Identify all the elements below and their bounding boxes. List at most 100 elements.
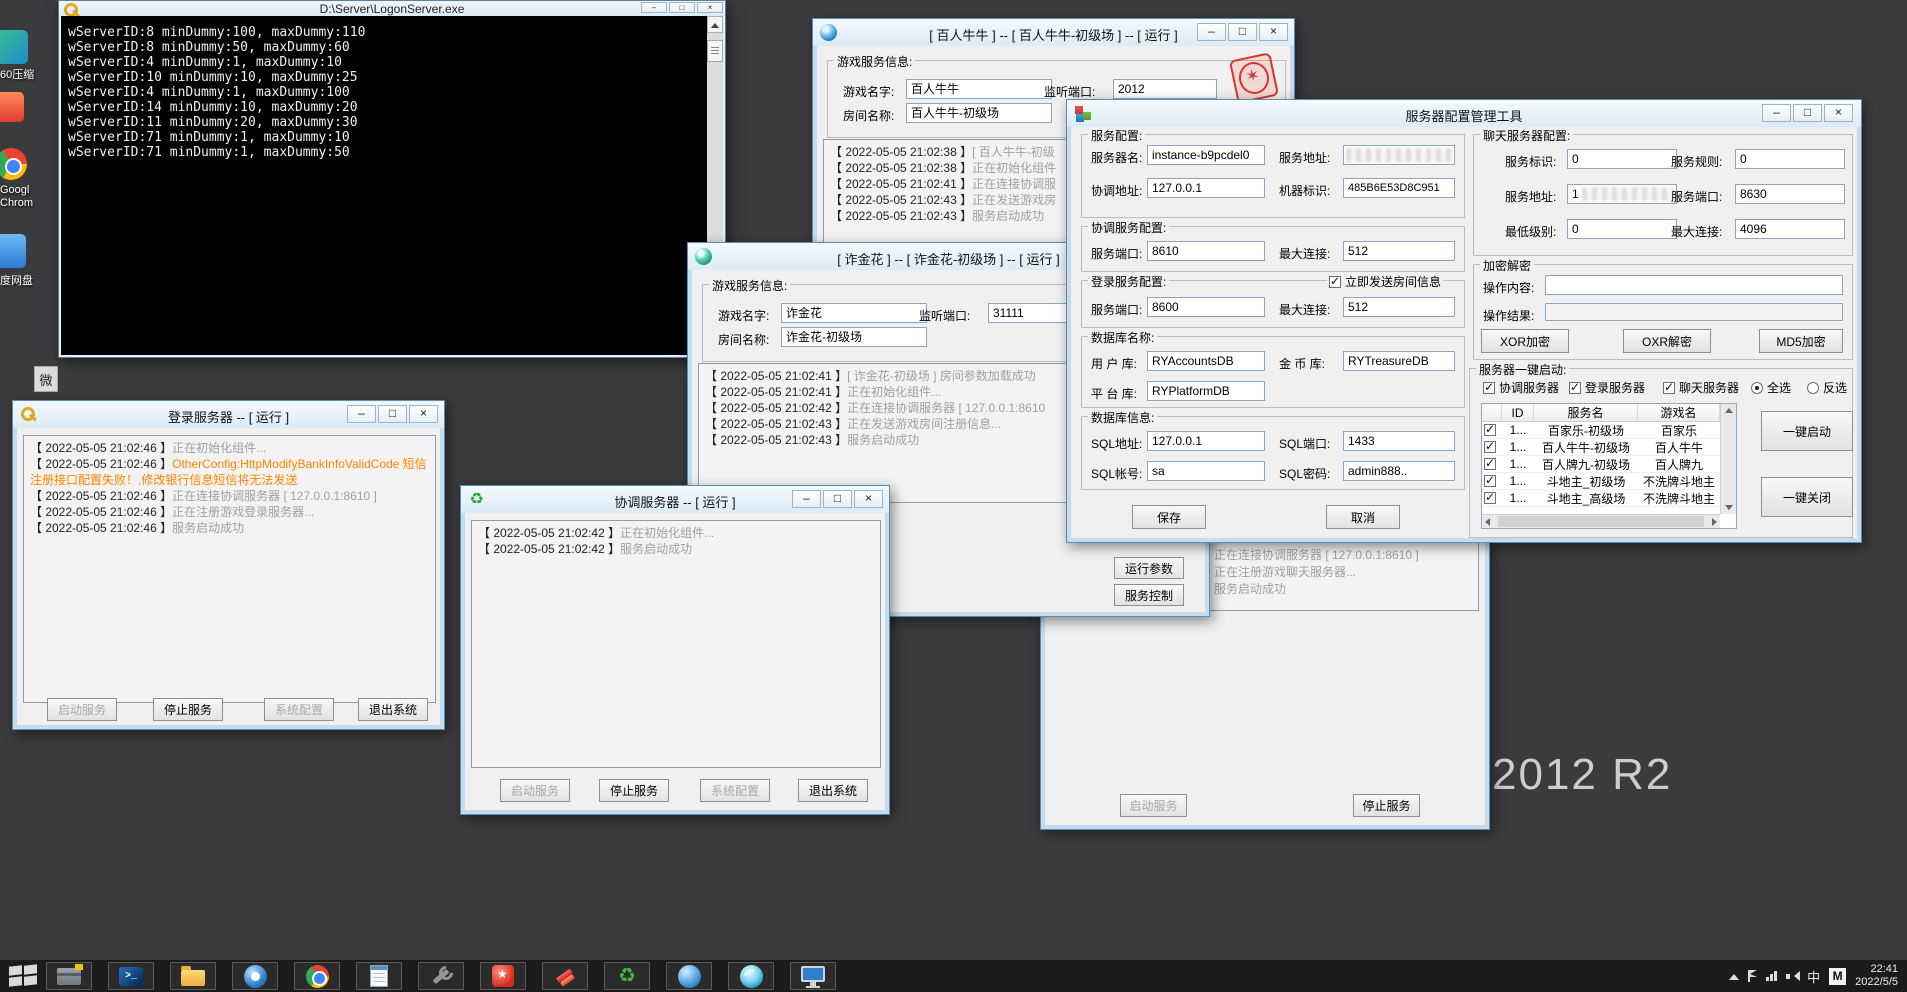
- chat-id-field[interactable]: 0: [1567, 149, 1677, 169]
- server-name-field[interactable]: instance-b9pcdel0: [1147, 145, 1265, 165]
- taskbar-server-manager-icon[interactable]: [46, 962, 92, 990]
- tray-flag-icon[interactable]: [1748, 970, 1757, 982]
- close-button[interactable]: ×: [854, 490, 883, 508]
- chat-server-checkbox[interactable]: 聊天服务器: [1661, 379, 1741, 396]
- tray-expand-icon[interactable]: [1729, 969, 1739, 980]
- coord-addr-field[interactable]: 127.0.0.1: [1147, 178, 1265, 198]
- run-params-button[interactable]: 运行参数: [1114, 557, 1184, 579]
- chat-start-service-button[interactable]: 启动服务: [1120, 794, 1187, 817]
- col-id[interactable]: ID: [1502, 404, 1534, 421]
- taskbar-config-wrench-icon[interactable]: [418, 962, 464, 990]
- taskbar-notepad-icon[interactable]: [356, 962, 402, 990]
- start-button[interactable]: [9, 965, 39, 987]
- select-all-radio[interactable]: 全选: [1749, 379, 1793, 396]
- radio-icon[interactable]: [1807, 382, 1819, 394]
- table-vscrollbar[interactable]: [1720, 404, 1736, 514]
- table-row[interactable]: 1...百人牛牛-初级场百人牛牛: [1482, 439, 1736, 456]
- close-button[interactable]: ×: [697, 2, 723, 13]
- stop-service-button[interactable]: 停止服务: [153, 698, 223, 721]
- tray-ime-icon[interactable]: M: [1829, 968, 1846, 985]
- xor-encrypt-button[interactable]: XOR加密: [1481, 329, 1569, 353]
- maximize-button[interactable]: □: [378, 405, 407, 423]
- chat-addr-field[interactable]: 1: [1567, 184, 1677, 204]
- user-db-field[interactable]: RYAccountsDB: [1147, 351, 1265, 371]
- sql-port-field[interactable]: 1433: [1343, 431, 1455, 451]
- minimize-button[interactable]: –: [641, 2, 667, 13]
- service-control-button[interactable]: 服务控制: [1114, 584, 1184, 606]
- exit-system-button[interactable]: 退出系统: [358, 698, 428, 721]
- maximize-button[interactable]: □: [669, 2, 695, 13]
- table-row[interactable]: 1...百人牌九-初级场百人牌九: [1482, 456, 1736, 473]
- crypto-content-field[interactable]: [1545, 275, 1843, 295]
- login-port-field[interactable]: 8600: [1147, 297, 1265, 317]
- taskbar-folder-icon[interactable]: [170, 962, 216, 990]
- login-max-field[interactable]: 512: [1343, 297, 1455, 317]
- platform-db-field[interactable]: RYPlatformDB: [1147, 381, 1265, 401]
- coord-log-list[interactable]: 【 2022-05-05 21:02:42 】正在初始化组件... 【 2022…: [471, 520, 881, 768]
- scrollbar-thumb[interactable]: [1498, 516, 1704, 527]
- chat-rule-field[interactable]: 0: [1735, 149, 1845, 169]
- scrollbar-thumb[interactable]: [707, 40, 723, 62]
- col-game[interactable]: 游戏名: [1638, 404, 1720, 421]
- listen-port-field[interactable]: 2012: [1113, 79, 1217, 99]
- machine-id-field[interactable]: 485B6E53D8C951: [1343, 178, 1455, 198]
- coord-max-field[interactable]: 512: [1343, 241, 1455, 261]
- chat-port-field[interactable]: 8630: [1735, 184, 1845, 204]
- taskbar-firecracker-icon[interactable]: [542, 962, 588, 990]
- taskbar-powershell-icon[interactable]: >_: [108, 962, 154, 990]
- stop-service-button[interactable]: 停止服务: [599, 779, 669, 802]
- login-titlebar[interactable]: 登录服务器 -- [ 运行 ] – □ ×: [13, 401, 444, 428]
- table-hscrollbar[interactable]: [1482, 514, 1720, 528]
- desktop-icon-wechat[interactable]: 微: [34, 366, 58, 392]
- coin-db-field[interactable]: RYTreasureDB: [1343, 351, 1455, 371]
- login-server-checkbox[interactable]: 登录服务器: [1567, 379, 1647, 396]
- taskbar-recycle-icon[interactable]: [604, 962, 650, 990]
- desktop-icon-netdisk[interactable]: [0, 234, 26, 268]
- desktop-icon-archive-label[interactable]: 60压缩: [0, 66, 34, 82]
- system-config-button[interactable]: 系统配置: [264, 698, 334, 721]
- send-room-checkbox[interactable]: 立即发送房间信息: [1327, 273, 1443, 290]
- sql-account-field[interactable]: sa: [1147, 461, 1265, 481]
- chat-max-field[interactable]: 4096: [1735, 219, 1845, 239]
- server-table[interactable]: ID 服务名 游戏名 1...百家乐-初级场百家乐 1...百人牛牛-初级场百人…: [1481, 403, 1737, 529]
- checkbox-checked-icon[interactable]: [1569, 382, 1581, 394]
- desktop-icon-netdisk-label[interactable]: 度网盘: [0, 272, 33, 288]
- desktop-icon-archive[interactable]: [0, 30, 28, 64]
- game-name-field[interactable]: 诈金花: [781, 303, 927, 323]
- md5-encrypt-button[interactable]: MD5加密: [1759, 329, 1843, 353]
- cancel-button[interactable]: 取消: [1326, 505, 1400, 529]
- table-row[interactable]: 1...斗地主_高级场不洗牌斗地主: [1482, 490, 1736, 507]
- chat-stop-service-button[interactable]: 停止服务: [1353, 794, 1420, 817]
- minimize-button[interactable]: –: [347, 405, 376, 423]
- maximize-button[interactable]: □: [1228, 23, 1257, 41]
- taskbar-red-app-icon[interactable]: [480, 962, 526, 990]
- scroll-up-icon[interactable]: [707, 16, 723, 33]
- desktop-icon-chrome-label-1[interactable]: Googl: [0, 184, 29, 196]
- minimize-button[interactable]: –: [1197, 23, 1226, 41]
- tray-clock[interactable]: 22:41 2022/5/5: [1855, 963, 1898, 989]
- room-name-field[interactable]: 诈金花-初级场: [781, 327, 927, 347]
- onekey-start-button[interactable]: 一键启动: [1761, 411, 1853, 451]
- login-log-list[interactable]: 【 2022-05-05 21:02:46 】正在初始化组件... 【 2022…: [23, 435, 436, 703]
- taskbar-teal-swirl-icon[interactable]: [728, 962, 774, 990]
- radio-selected-icon[interactable]: [1751, 382, 1763, 394]
- scroll-right-icon[interactable]: [1712, 518, 1717, 526]
- close-button[interactable]: ×: [1824, 104, 1853, 122]
- maximize-button[interactable]: □: [1793, 104, 1822, 122]
- game-name-field[interactable]: 百人牛牛: [906, 79, 1052, 99]
- config-titlebar[interactable]: 服务器配置管理工具 – □ ×: [1067, 100, 1861, 127]
- coord-titlebar[interactable]: 协调服务器 -- [ 运行 ] – □ ×: [461, 486, 889, 513]
- service-addr-field[interactable]: [1343, 145, 1455, 165]
- tray-network-icon[interactable]: [1766, 971, 1777, 981]
- taskbar-blue-app-icon[interactable]: [232, 962, 278, 990]
- oxr-decrypt-button[interactable]: OXR解密: [1623, 329, 1711, 353]
- chat-level-field[interactable]: 0: [1567, 219, 1677, 239]
- taskbar-monitor-icon[interactable]: [790, 962, 836, 990]
- col-service[interactable]: 服务名: [1534, 404, 1638, 421]
- desktop-icon-red-app[interactable]: [0, 92, 24, 122]
- checkbox-checked-icon[interactable]: [1663, 382, 1675, 394]
- coord-server-checkbox[interactable]: 协调服务器: [1481, 379, 1561, 396]
- tray-language-indicator[interactable]: 中: [1807, 967, 1820, 986]
- tray-volume-icon[interactable]: [1786, 970, 1798, 982]
- invert-select-radio[interactable]: 反选: [1805, 379, 1849, 396]
